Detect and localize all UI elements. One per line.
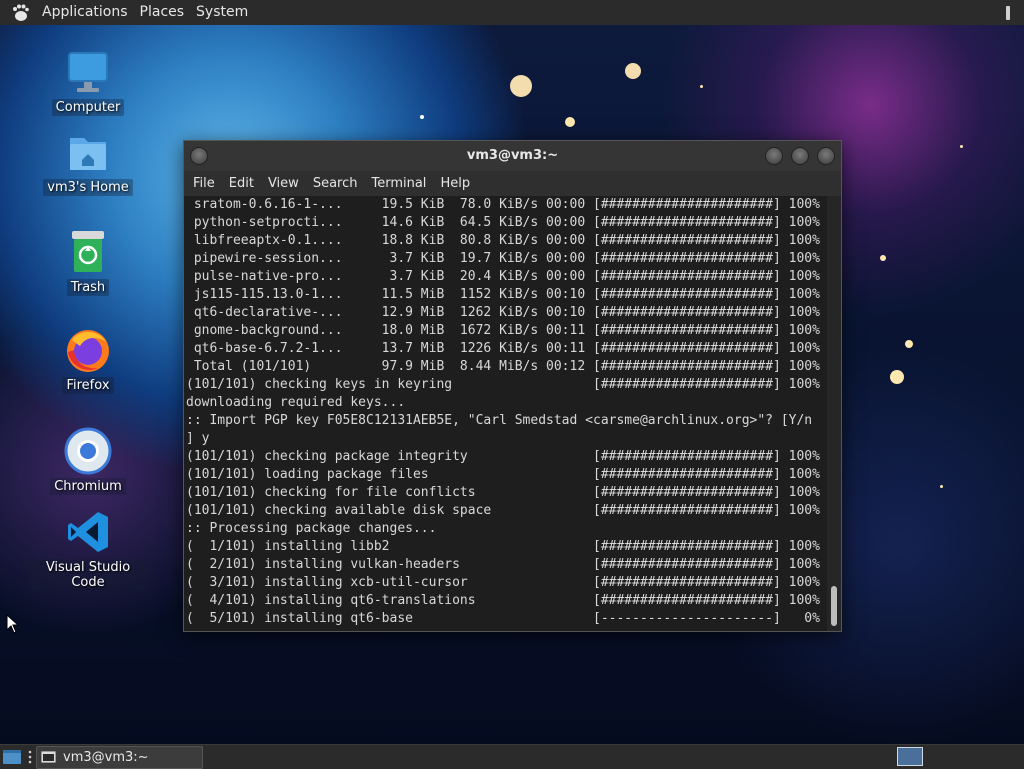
terminal-scrollbar[interactable] (827, 196, 841, 631)
terminal-line: :: Processing package changes... (186, 521, 437, 536)
terminal-line: (101/101) loading package files [#######… (186, 467, 820, 482)
terminal-line: ( 3/101) installing xcb-util-cursor [###… (186, 575, 820, 590)
terminal-line: (101/101) checking keys in keyring [####… (186, 377, 820, 392)
taskbar-label: vm3@vm3:~ (63, 750, 149, 765)
terminal-line: js115-115.13.0-1... 11.5 MiB 1152 KiB/s … (186, 287, 820, 302)
menu-view[interactable]: View (261, 176, 306, 191)
chromium-icon (64, 427, 112, 475)
terminal-line: (101/101) checking for file conflicts [#… (186, 485, 820, 500)
menu-edit[interactable]: Edit (222, 176, 261, 191)
window-menu-button[interactable] (190, 147, 208, 165)
terminal-line: :: Import PGP key F05E8C12131AEB5E, "Car… (186, 413, 813, 428)
monitor-icon (64, 48, 112, 96)
menu-terminal[interactable]: Terminal (364, 176, 433, 191)
desktop-icon-trash[interactable]: Trash (28, 228, 148, 296)
menu-file[interactable]: File (186, 176, 222, 191)
terminal-line: qt6-base-6.7.2-1... 13.7 MiB 1226 KiB/s … (186, 341, 820, 356)
terminal-line: Total (101/101) 97.9 MiB 8.44 MiB/s 00:1… (186, 359, 820, 374)
terminal-line: pulse-native-pro... 3.7 KiB 20.4 KiB/s 0… (186, 269, 820, 284)
terminal-line: pipewire-session... 3.7 KiB 19.7 KiB/s 0… (186, 251, 820, 266)
show-desktop-icon[interactable] (2, 748, 22, 766)
panel-handle-icon[interactable] (1006, 6, 1010, 20)
taskbar-terminal-button[interactable]: vm3@vm3:~ (36, 746, 203, 769)
desktop-icon-label: Chromium (50, 478, 126, 495)
desktop-icon-label: Firefox (62, 377, 114, 394)
desktop-icon-label: vm3's Home (43, 179, 133, 196)
panel-grip-icon[interactable] (27, 750, 33, 764)
window-title: vm3@vm3:~ (466, 148, 559, 163)
workspace-switcher-icon[interactable] (897, 747, 923, 766)
terminal-titlebar[interactable]: vm3@vm3:~ (184, 141, 841, 171)
close-button[interactable] (817, 147, 835, 165)
terminal-line: sratom-0.6.16-1-... 19.5 KiB 78.0 KiB/s … (186, 197, 820, 212)
menu-places[interactable]: Places (134, 0, 191, 25)
trash-icon (64, 228, 112, 276)
desktop-icon-chromium[interactable]: Chromium (28, 427, 148, 495)
terminal-window[interactable]: vm3@vm3:~ File Edit View Search Terminal… (183, 140, 842, 632)
terminal-line: ] y (186, 431, 210, 446)
terminal-line: gnome-background... 18.0 MiB 1672 KiB/s … (186, 323, 820, 338)
terminal-line: libfreeaptx-0.1.... 18.8 KiB 80.8 KiB/s … (186, 233, 820, 248)
desktop-icon-label: Visual Studio Code (28, 559, 148, 591)
menu-system[interactable]: System (190, 0, 254, 25)
menu-help[interactable]: Help (433, 176, 477, 191)
terminal-line: downloading required keys... (186, 395, 406, 410)
bottom-panel: vm3@vm3:~ (0, 744, 1024, 769)
terminal-line: ( 2/101) installing vulkan-headers [####… (186, 557, 820, 572)
gnome-foot-icon[interactable] (10, 3, 30, 23)
desktop-icon-label: Computer (51, 99, 125, 116)
terminal-line: ( 4/101) installing qt6-translations [##… (186, 593, 820, 608)
menu-applications[interactable]: Applications (36, 0, 134, 25)
home-folder-icon (64, 128, 112, 176)
terminal-icon (41, 751, 56, 763)
mouse-cursor-icon (6, 614, 18, 634)
desktop-icon-home[interactable]: vm3's Home (28, 128, 148, 196)
terminal-line: qt6-declarative-... 12.9 MiB 1262 KiB/s … (186, 305, 820, 320)
terminal-output[interactable]: sratom-0.6.16-1-... 19.5 KiB 78.0 KiB/s … (184, 196, 829, 631)
menu-search[interactable]: Search (306, 176, 365, 191)
desktop-icon-vscode[interactable]: Visual Studio Code (28, 508, 148, 591)
terminal-line: ( 5/101) installing qt6-base [----------… (186, 611, 820, 626)
terminal-line: python-setprocti... 14.6 KiB 64.5 KiB/s … (186, 215, 820, 230)
scrollbar-thumb[interactable] (831, 586, 837, 626)
firefox-icon (64, 326, 112, 374)
maximize-button[interactable] (791, 147, 809, 165)
minimize-button[interactable] (765, 147, 783, 165)
terminal-menubar: File Edit View Search Terminal Help (184, 171, 841, 196)
terminal-line: ( 1/101) installing libb2 [#############… (186, 539, 820, 554)
top-panel: Applications Places System (0, 0, 1024, 25)
vscode-icon (64, 508, 112, 556)
desktop-icon-label: Trash (66, 279, 110, 296)
terminal-line: (101/101) checking package integrity [##… (186, 449, 820, 464)
desktop-icon-firefox[interactable]: Firefox (28, 326, 148, 394)
terminal-line: (101/101) checking available disk space … (186, 503, 820, 518)
desktop-icon-computer[interactable]: Computer (28, 48, 148, 116)
